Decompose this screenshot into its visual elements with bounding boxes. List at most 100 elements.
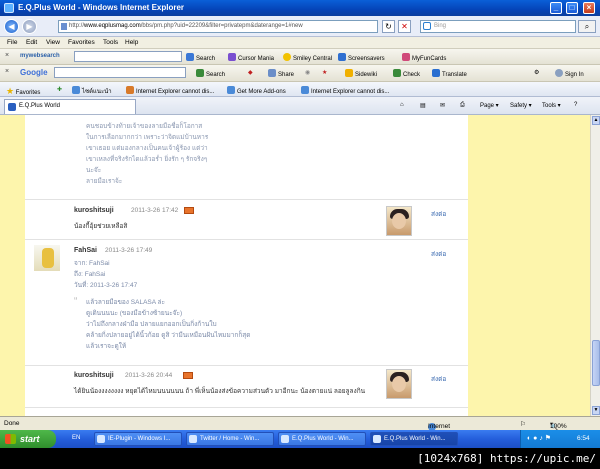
tools-menu[interactable]: Tools ▾	[542, 102, 561, 109]
post-username[interactable]: kuroshitsuji	[74, 207, 114, 214]
protected-mode-icon[interactable]: ⚐	[520, 420, 526, 428]
share-button[interactable]: Share	[268, 69, 294, 78]
stop-button[interactable]: ✕	[398, 20, 411, 33]
refresh-button[interactable]: ↻	[382, 20, 395, 33]
ie-icon	[281, 435, 289, 443]
help-icon[interactable]: ?	[574, 102, 577, 108]
sign-in-button[interactable]: Sign In	[555, 69, 584, 78]
site-icon	[8, 103, 16, 111]
cursor-icon	[228, 53, 236, 61]
taskbar-item[interactable]: Twitter / Home - Win...	[186, 432, 274, 446]
menu-view[interactable]: View	[46, 39, 60, 46]
scroll-up-arrow[interactable]: ▲	[592, 116, 600, 125]
post-text: น้องกี้อุ้ยช่วยเหลือสิ	[74, 223, 128, 230]
taskbar-item-active[interactable]: E.Q.Plus World - Win...	[370, 432, 458, 446]
mywebsearch-input[interactable]	[74, 51, 182, 62]
url-path: /bbs/pm.php?uid=22209&filter=privatepm&d…	[140, 23, 303, 29]
fav-ie-cannot-1[interactable]: Internet Explorer cannot dis...	[126, 86, 214, 95]
ie-icon	[4, 3, 14, 13]
tab-eqplus[interactable]: E.Q.Plus World	[4, 99, 136, 114]
forward-link[interactable]: ส่งต่อ	[431, 374, 446, 384]
tray-icons[interactable]: ◐ ● ♪ ⚑	[527, 434, 551, 442]
bing-icon	[423, 22, 431, 30]
search-placeholder: Bing	[434, 23, 447, 29]
ie-icon	[72, 86, 80, 94]
start-button[interactable]: start	[0, 430, 56, 448]
ie-icon	[97, 435, 105, 443]
avatar[interactable]	[386, 206, 412, 236]
fav-suggested-sites[interactable]: ไซต์แนะนำ	[72, 86, 112, 96]
print-icon[interactable]: ⎙	[460, 102, 465, 109]
mywebsearch-search-button[interactable]: Search	[186, 53, 215, 62]
monitor-icon	[338, 53, 346, 61]
mail-icon[interactable]: ✉	[440, 102, 445, 109]
quote-line: แล้วเราจะดูให้	[86, 343, 127, 350]
menu-help[interactable]: Help	[125, 39, 138, 46]
back-button[interactable]: ◀	[4, 19, 19, 34]
menu-favorites[interactable]: Favorites	[68, 39, 95, 46]
safety-menu[interactable]: Safety ▾	[510, 102, 532, 109]
menu-tools[interactable]: Tools	[103, 39, 118, 46]
add-favorite-icon[interactable]: ✚	[57, 86, 62, 93]
scroll-down-arrow[interactable]: ▼	[592, 406, 600, 415]
check-icon	[393, 69, 401, 77]
google-search-icon	[196, 69, 204, 77]
home-icon[interactable]: ⌂	[400, 102, 404, 108]
forward-link[interactable]: ส่งต่อ	[431, 209, 446, 219]
status-bar: Done Internet ⚐ 🔍 100% ▾	[0, 416, 600, 431]
left-border	[0, 115, 25, 416]
toolbar-icon-1[interactable]: ◆	[248, 69, 253, 76]
close-button[interactable]: ×	[583, 2, 595, 14]
avatar[interactable]	[386, 369, 412, 399]
post-username[interactable]: FahSai	[74, 247, 97, 254]
favorites-button[interactable]: ★ Favorites	[6, 86, 40, 97]
page-icon	[301, 86, 309, 94]
wrench-icon[interactable]: ⚙	[534, 69, 539, 76]
title-bar: E.Q.Plus World - Windows Internet Explor…	[0, 0, 600, 16]
post-username[interactable]: kuroshitsuji	[74, 372, 114, 379]
sidewiki-button[interactable]: Sidewiki	[345, 69, 377, 78]
zoom-control[interactable]: 🔍 100% ▾	[550, 420, 567, 431]
message-icon[interactable]	[183, 372, 193, 379]
taskbar-item[interactable]: E.Q.Plus World - Win...	[278, 432, 366, 446]
search-box[interactable]: Bing	[420, 20, 576, 33]
fav-ie-cannot-2[interactable]: Internet Explorer cannot dis...	[301, 86, 389, 95]
toolbar-icon-2[interactable]: ◉	[305, 69, 310, 76]
smiley-central-button[interactable]: Smiley Central	[283, 53, 332, 62]
address-bar[interactable]: http://www.eqplusmag.com/bbs/pm.php?uid=…	[58, 20, 378, 33]
pm-to: ถึง: FahSai	[74, 271, 106, 278]
google-search-input[interactable]	[54, 67, 186, 78]
quote-line: คล้ายกิ่งปลายอยู่ได้นิ้วก้อย ดูสิ ว่ามีน…	[86, 332, 251, 339]
menu-file[interactable]: File	[7, 39, 17, 46]
google-search-button[interactable]: Search	[196, 69, 225, 78]
scroll-thumb[interactable]	[592, 340, 600, 386]
feeds-icon[interactable]: ▤	[420, 102, 426, 109]
close-google-toolbar-icon[interactable]: ×	[5, 68, 9, 75]
minimize-button[interactable]: _	[550, 2, 562, 14]
check-button[interactable]: Check	[393, 69, 420, 78]
taskbar-item[interactable]: IE-Plugin - Windows I...	[94, 432, 182, 446]
avatar[interactable]	[34, 245, 60, 271]
quote-line: แล้วลายมือของ SALASA ล่ะ	[86, 299, 165, 306]
quote-line: ว่าไม่ถึงกลางฝ่ามือ ปลายแยกออกเป็นกิ่งก้…	[86, 321, 217, 328]
toolbar-icon-3[interactable]: ★	[322, 69, 327, 76]
maximize-button[interactable]: □	[566, 2, 578, 14]
page-menu[interactable]: Page ▾	[480, 102, 499, 109]
forward-link[interactable]: ส่งต่อ	[431, 249, 446, 259]
search-button[interactable]: ⌕	[578, 20, 596, 33]
translate-button[interactable]: Translate	[432, 69, 467, 78]
message-icon[interactable]	[184, 207, 194, 214]
myfuncards-button[interactable]: MyFunCards	[402, 53, 446, 62]
forward-button[interactable]: ▶	[22, 19, 37, 34]
message-line: เขาเธอย แต่มองกลางเป็นคนเจ้าผู้ร้อง แต่ว…	[86, 145, 208, 152]
mywebsearch-logo: mywebsearch	[20, 53, 60, 59]
screensavers-button[interactable]: Screensavers	[338, 53, 385, 62]
menu-edit[interactable]: Edit	[26, 39, 37, 46]
windows-flag-icon	[5, 434, 16, 444]
language-indicator[interactable]: EN	[72, 435, 80, 441]
message-line: คนชอบข้างท้ายเจ้าของลายมือชื่อก็โอกาส	[86, 123, 203, 130]
fav-get-more-addons[interactable]: Get More Add-ons	[227, 86, 286, 95]
vertical-scrollbar[interactable]: ▲ ▼	[590, 115, 600, 416]
cursor-mania-button[interactable]: Cursor Mania	[228, 53, 274, 62]
close-toolbar-icon[interactable]: ×	[5, 52, 9, 59]
